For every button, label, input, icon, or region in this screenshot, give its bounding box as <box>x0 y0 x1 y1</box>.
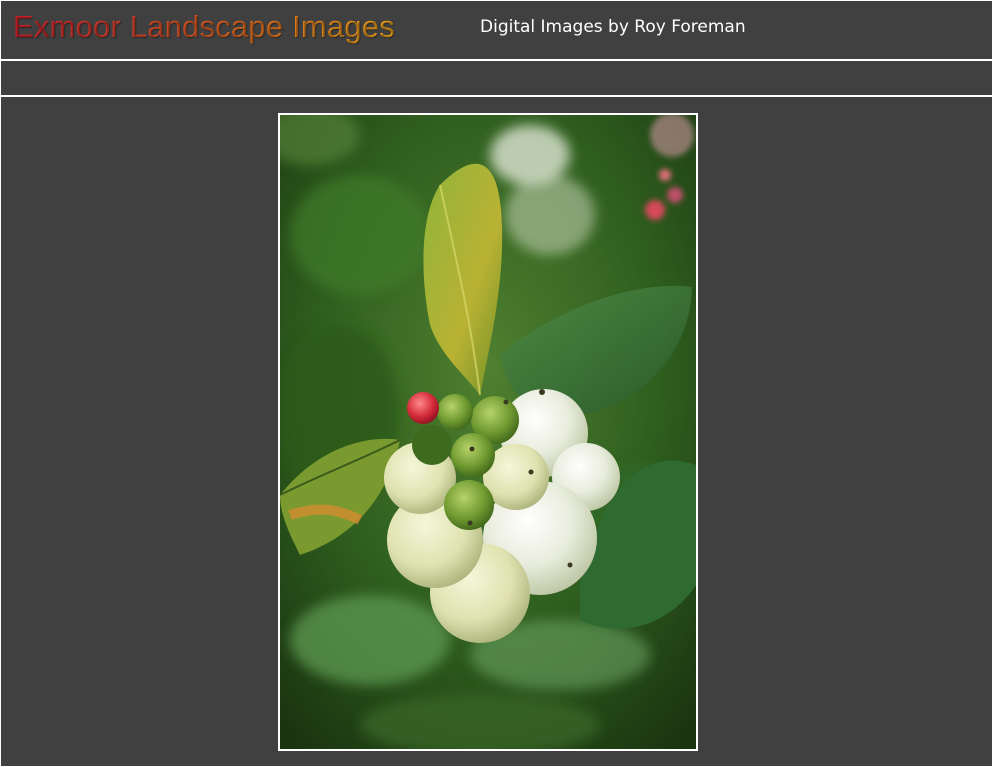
navigation-bar <box>1 61 992 97</box>
site-header: Exmoor Landscape Images Digital Images b… <box>1 1 992 61</box>
site-tagline: Digital Images by Roy Foreman <box>480 17 746 37</box>
snowberry-photo <box>280 115 696 749</box>
page-frame: Exmoor Landscape Images Digital Images b… <box>0 0 993 767</box>
site-title-logo[interactable]: Exmoor Landscape Images <box>13 9 395 45</box>
featured-photo[interactable] <box>278 113 698 751</box>
